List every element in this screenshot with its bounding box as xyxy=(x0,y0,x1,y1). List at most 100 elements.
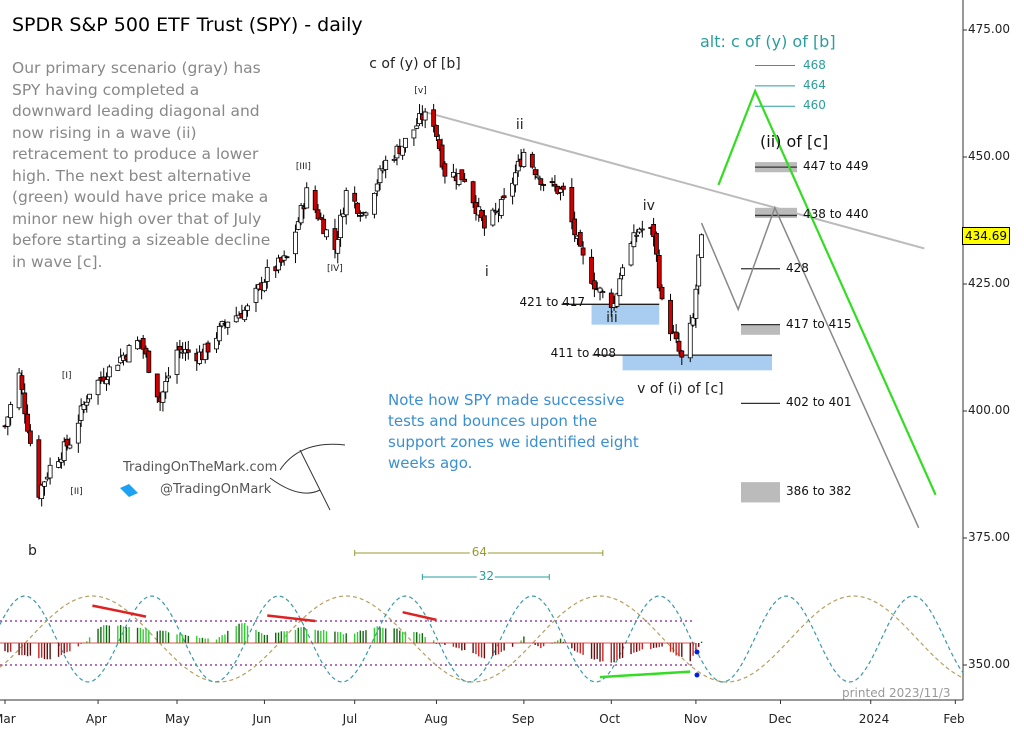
x-tick-label: Jun xyxy=(252,712,272,726)
chart-title: SPDR S&P 500 ETF Trust (SPY) - daily xyxy=(12,14,363,36)
candle-body xyxy=(541,184,547,186)
candle-body xyxy=(293,231,298,255)
candle-body xyxy=(572,218,578,236)
candle-body xyxy=(312,189,318,211)
candle-body xyxy=(140,337,146,350)
candle-body xyxy=(225,321,231,328)
twitter-handle: @TradingOnMark xyxy=(160,482,272,497)
support-note: Note how SPY made successive tests and b… xyxy=(388,391,639,472)
target-level-label: 402 to 401 xyxy=(786,395,852,410)
last-price-badge: 434.69 xyxy=(962,227,1010,245)
x-tick-label: 2024 xyxy=(858,712,890,726)
wave-label: b xyxy=(28,543,37,560)
wave-label: iv xyxy=(642,197,655,214)
candle-body xyxy=(27,430,33,444)
candle-body xyxy=(324,229,329,238)
candle-body xyxy=(304,187,310,209)
candle-body xyxy=(620,267,625,276)
alt-level-label: 468 xyxy=(803,57,826,72)
wave-label: iii xyxy=(606,309,618,326)
scenario-description: Our primary scenario (gray) has SPY havi… xyxy=(12,59,271,271)
candle-body xyxy=(104,379,109,385)
candle-body xyxy=(135,340,140,350)
chart-container: SPDR S&P 500 ETF Trust (SPY) - daily Our… xyxy=(0,0,1024,756)
candle-body xyxy=(8,404,14,419)
candle-body xyxy=(19,375,25,390)
candle-body xyxy=(284,256,290,259)
candle-body xyxy=(185,349,191,353)
x-tick-label: Nov xyxy=(683,712,708,726)
candle-body xyxy=(501,195,507,199)
candle-body xyxy=(538,178,544,185)
candle-body xyxy=(654,232,659,255)
y-tick-label: 400.00 xyxy=(968,403,1010,417)
y-tick-label: 450.00 xyxy=(968,149,1010,163)
cycle-wave xyxy=(0,595,964,683)
target-level-label: 447 to 449 xyxy=(803,159,869,174)
alt-projection-path xyxy=(717,88,937,496)
alt-scenario-label: alt: c of (y) of [b] xyxy=(700,32,836,51)
candle-body xyxy=(577,231,583,247)
candle-body xyxy=(470,181,476,204)
candle-body xyxy=(696,254,702,287)
candle-body xyxy=(673,331,679,340)
candle-body xyxy=(414,125,420,129)
y-tick-label: 475.00 xyxy=(968,22,1010,36)
alt-level-label: 464 xyxy=(803,77,826,92)
candle-body xyxy=(521,151,527,167)
target-level-label: 438 to 440 xyxy=(803,207,869,222)
divergence-line xyxy=(92,604,147,618)
candle-body xyxy=(242,309,248,321)
wave-label: [II] xyxy=(70,487,83,498)
candle-body xyxy=(552,183,558,187)
candle-body xyxy=(434,125,439,137)
candle-body xyxy=(154,373,160,398)
candle-body xyxy=(668,299,673,335)
candle-body xyxy=(245,305,250,311)
support-zone xyxy=(622,355,773,371)
candle-body xyxy=(22,392,28,415)
wave-label: i xyxy=(484,263,489,280)
twitter-icon xyxy=(120,484,138,497)
candle-body xyxy=(693,288,699,319)
candle-body xyxy=(481,215,487,229)
candle-body xyxy=(253,287,259,303)
candle-body xyxy=(343,190,349,216)
candle-body xyxy=(560,185,566,190)
target-level-label: 417 to 415 xyxy=(786,316,852,331)
cycle-bracket-label: 64 xyxy=(471,545,488,559)
candle-body xyxy=(699,234,704,258)
candle-body xyxy=(580,247,586,256)
candle-body xyxy=(687,322,693,359)
candle-body xyxy=(431,109,437,127)
candle-body xyxy=(676,340,682,352)
x-tick-label: Feb xyxy=(943,712,965,726)
candle-body xyxy=(634,234,640,237)
printed-date: printed 2023/11/3 xyxy=(842,686,951,700)
candle-body xyxy=(659,286,665,300)
candle-body xyxy=(67,444,73,449)
signal-dot xyxy=(694,672,700,678)
archer-logo xyxy=(269,443,346,511)
candle-body xyxy=(513,172,518,186)
candle-body xyxy=(205,342,211,353)
candle-body xyxy=(383,159,389,170)
candle-body xyxy=(25,413,30,432)
candle-body xyxy=(87,393,92,400)
x-tick-label: Mar xyxy=(0,712,16,726)
target-zone xyxy=(741,324,780,335)
candle-body xyxy=(216,325,222,342)
candle-body xyxy=(39,484,45,499)
candle-body xyxy=(403,137,408,148)
wave-label: [III] xyxy=(295,162,311,173)
candle-body xyxy=(357,214,363,217)
x-tick-label: Sep xyxy=(511,712,535,726)
candle-body xyxy=(84,401,90,406)
alt-level-label: 460 xyxy=(803,98,826,113)
candle-body xyxy=(442,163,448,177)
x-tick-label: Dec xyxy=(768,712,792,726)
candle-body xyxy=(163,381,169,393)
target-level-label: 428 xyxy=(786,260,809,275)
candle-body xyxy=(631,232,637,248)
x-tick-label: May xyxy=(165,712,190,726)
